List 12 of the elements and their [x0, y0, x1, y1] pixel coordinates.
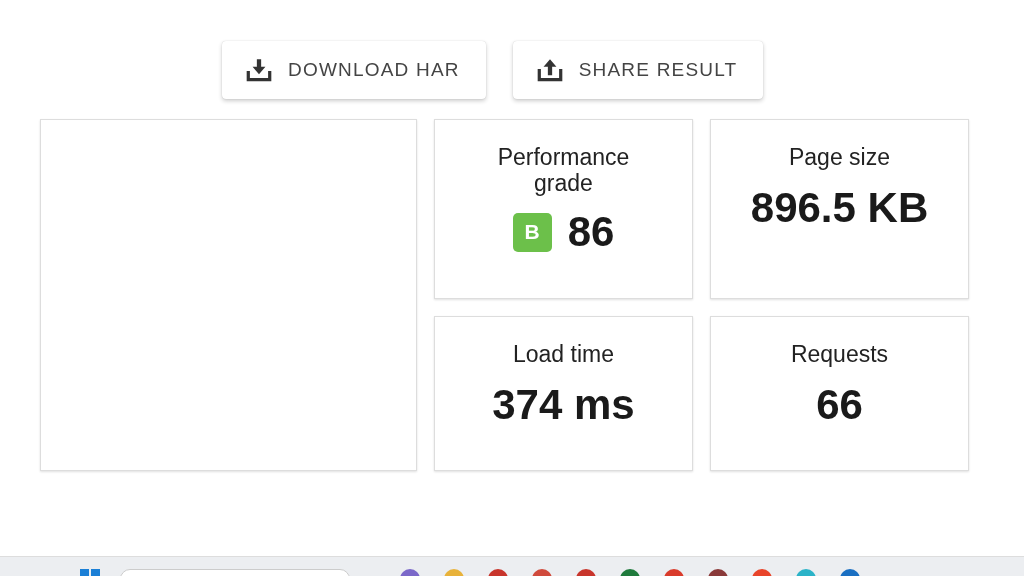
metric-value: 86	[567, 208, 615, 256]
metric-value: 374 ms	[492, 381, 635, 429]
metric-title: Load time	[512, 341, 615, 367]
download-button[interactable]: DOWNLOAD HAR	[222, 41, 486, 99]
metric-title: Page size	[788, 144, 891, 170]
metric-value: 896.5 KB	[750, 184, 929, 232]
grade-badge: B	[512, 212, 552, 252]
download-icon	[244, 56, 274, 84]
metric-title: Requests	[789, 341, 890, 367]
share-button[interactable]: SHARE RESULT	[512, 41, 764, 99]
metric-title: Performance grade	[496, 144, 631, 196]
metric-value: 66	[816, 381, 863, 429]
